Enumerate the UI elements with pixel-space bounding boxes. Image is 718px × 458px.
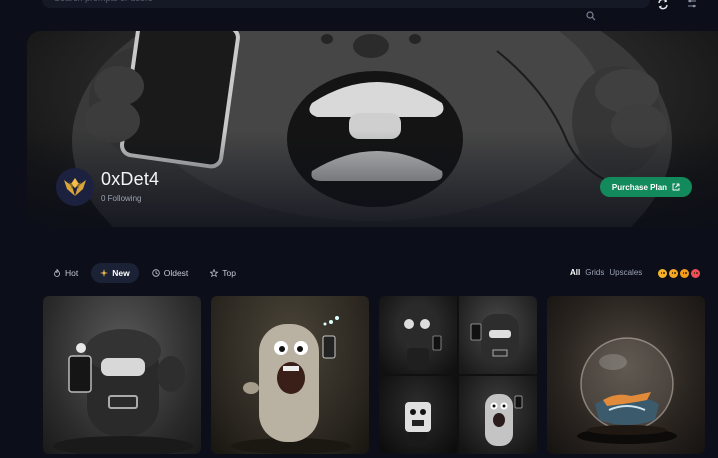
- trophy-wings-icon: [64, 178, 86, 196]
- tab-top-label: Top: [222, 268, 237, 278]
- star-icon: [210, 269, 219, 277]
- reaction-filter: [658, 269, 700, 278]
- following-count[interactable]: 0 Following: [101, 194, 141, 203]
- grid-image[interactable]: [379, 296, 457, 374]
- smile-emoji-icon[interactable]: [669, 269, 678, 278]
- purchase-plan-label: Purchase Plan: [611, 182, 668, 192]
- view-all[interactable]: All: [570, 268, 580, 277]
- tab-top[interactable]: Top: [201, 263, 245, 283]
- search-icon[interactable]: [586, 11, 596, 21]
- top-bar: [0, 0, 718, 21]
- gallery-card[interactable]: [211, 296, 369, 454]
- laugh-emoji-icon[interactable]: [680, 269, 689, 278]
- refresh-icon[interactable]: [657, 0, 669, 10]
- glass-sphere-image: [577, 337, 677, 444]
- grid-image[interactable]: [459, 296, 537, 374]
- gallery-card[interactable]: [379, 296, 537, 454]
- sort-tabs: Hot New Oldest Top: [44, 263, 245, 283]
- view-grids[interactable]: Grids: [585, 268, 604, 277]
- gallery-card[interactable]: [43, 296, 201, 454]
- image-grid: [379, 296, 537, 454]
- tab-oldest-label: Oldest: [163, 268, 189, 278]
- fuzzy-monster-image: [395, 304, 442, 370]
- pillow-monster-image: [485, 394, 523, 446]
- settings-sliders-icon[interactable]: [686, 0, 698, 10]
- sparkle-icon: [100, 269, 109, 277]
- gallery-card[interactable]: [547, 296, 705, 454]
- horned-monster-image: [470, 314, 519, 364]
- view-upscales[interactable]: Upscales: [609, 268, 642, 277]
- marshmallow-monster-image: [231, 316, 351, 454]
- love-emoji-icon[interactable]: [691, 269, 700, 278]
- search-input[interactable]: [54, 0, 474, 4]
- clock-icon: [152, 269, 160, 277]
- grid-image[interactable]: [379, 376, 457, 454]
- square-monster-image: [405, 402, 431, 446]
- tab-hot-label: Hot: [65, 268, 79, 278]
- avatar[interactable]: [56, 168, 94, 206]
- tab-new-label: New: [112, 268, 130, 278]
- profile-name: 0xDet4: [101, 169, 160, 189]
- external-link-icon: [672, 183, 680, 191]
- monster-phone-image: [53, 329, 193, 454]
- tab-hot[interactable]: Hot: [44, 263, 87, 283]
- tab-new[interactable]: New: [91, 263, 139, 283]
- grid-image[interactable]: [459, 376, 537, 454]
- purchase-plan-button[interactable]: Purchase Plan: [600, 177, 692, 197]
- search-box[interactable]: [42, 0, 650, 8]
- tab-oldest[interactable]: Oldest: [143, 263, 198, 283]
- neutral-emoji-icon[interactable]: [658, 269, 667, 278]
- flame-icon: [54, 269, 60, 277]
- view-filter: All Grids Upscales: [570, 268, 642, 277]
